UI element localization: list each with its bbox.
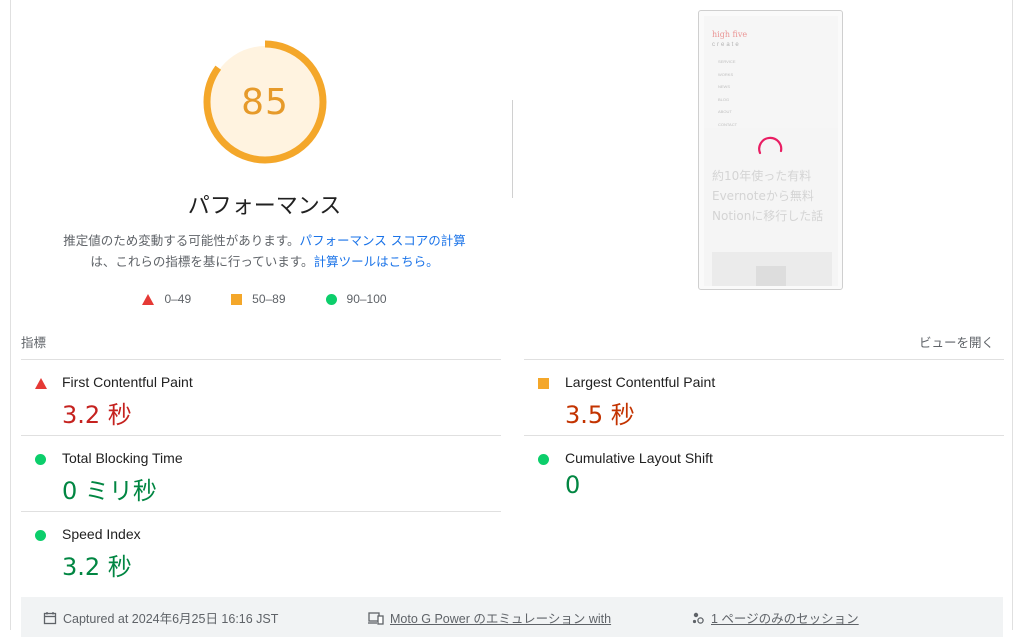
session-icon <box>692 612 704 624</box>
legend-item-average: 50–89 <box>231 292 286 306</box>
captured-at-text: Captured at 2024年6月25日 16:16 JST <box>63 612 279 626</box>
thumbnail-hero-image <box>712 252 832 286</box>
final-screenshot-thumbnail[interactable]: high five create SERVICE WORKS NEWS BLOG… <box>698 10 843 290</box>
green-circle-icon <box>35 530 46 541</box>
devices-icon <box>368 611 384 625</box>
orange-square-icon <box>231 293 243 305</box>
thumbnail-headline-line: Notionに移行した話 <box>712 209 824 223</box>
metric-value: 3.2 秒 <box>62 553 132 581</box>
thumbnail-logo-sub: create <box>712 42 741 48</box>
metric-name: Speed Index <box>62 526 141 542</box>
calculator-link[interactable]: 計算ツールはこちら。 <box>314 254 439 269</box>
metric-speed-index[interactable]: Speed Index 3.2 秒 <box>21 511 501 587</box>
metric-cumulative-layout-shift[interactable]: Cumulative Layout Shift 0 <box>524 435 1004 511</box>
thumbnail-logo: high five <box>712 30 748 39</box>
thumbnail-nav-item: BLOG <box>718 96 730 102</box>
green-circle-icon <box>35 454 46 465</box>
metric-value: 0 <box>565 471 581 499</box>
score-legend: 0–49 50–89 90–100 <box>11 292 518 306</box>
metric-value: 3.5 秒 <box>565 401 635 429</box>
metric-largest-contentful-paint[interactable]: Largest Contentful Paint 3.5 秒 <box>524 359 1004 435</box>
loading-spinner-icon <box>758 136 783 155</box>
legend-label: 90–100 <box>346 292 387 306</box>
session-item: 1 ページのみのセッション <box>691 608 859 627</box>
thumbnail-headline: 約10年使った有料 Evernoteから無料 Notionに移行した話 <box>712 166 823 226</box>
thumbnail-nav-item: ABOUT <box>718 109 732 114</box>
thumbnail-nav: SERVICE WORKS NEWS BLOG ABOUT CONTACT <box>718 56 737 131</box>
red-triangle-icon <box>142 293 155 305</box>
calendar-icon <box>43 611 57 624</box>
report-frame: 85 パフォーマンス 推定値のため変動する可能性があります。パフォーマンス スコ… <box>10 0 1013 637</box>
legend-label: 50–89 <box>252 292 286 306</box>
metric-name: Total Blocking Time <box>62 450 183 466</box>
legend-label: 0–49 <box>164 292 192 306</box>
runtime-settings-bar: Captured at 2024年6月25日 16:16 JST Moto G … <box>21 597 1003 637</box>
device-item: Moto G Power のエミュレーション with <box>368 608 611 627</box>
performance-gauge[interactable]: 85 <box>201 38 329 166</box>
metric-first-contentful-paint[interactable]: First Contentful Paint 3.2 秒 <box>21 359 501 435</box>
thumbnail-nav-item: SERVICE <box>718 59 736 64</box>
metric-name: Largest Contentful Paint <box>565 374 716 390</box>
gauge-title: パフォーマンス <box>187 194 342 219</box>
open-view-toggle[interactable]: ビューを開く <box>919 332 994 351</box>
metrics-heading: 指標 <box>21 335 47 350</box>
green-circle-icon <box>325 293 337 305</box>
metric-total-blocking-time[interactable]: Total Blocking Time 0 ミリ秒 <box>21 435 501 511</box>
desc-text-1: 推定値のため変動する可能性があります。 <box>63 233 300 248</box>
green-circle-icon <box>538 454 549 465</box>
desc-text-2: は、これらの指標を基に行っています。 <box>90 254 314 269</box>
thumbnail-nav-item: WORKS <box>718 71 734 77</box>
captured-at-item: Captured at 2024年6月25日 16:16 JST <box>43 608 278 627</box>
legend-item-good: 90–100 <box>325 292 387 306</box>
orange-square-icon <box>538 378 549 389</box>
metric-value: 3.2 秒 <box>62 401 132 429</box>
thumbnail-nav-item: CONTACT <box>718 121 738 127</box>
red-triangle-icon <box>35 378 47 389</box>
device-emulation-link[interactable]: Moto G Power のエミュレーション with <box>390 608 611 627</box>
thumbnail-headline-line: 約10年使った有料 <box>712 169 812 183</box>
thumbnail-headline-line: Evernoteから無料 <box>712 189 814 203</box>
metric-name: Cumulative Layout Shift <box>565 450 713 466</box>
score-description: 推定値のため変動する可能性があります。パフォーマンス スコアの計算 は、これらの… <box>11 230 518 272</box>
session-link[interactable]: 1 ページのみのセッション <box>711 608 859 627</box>
metric-name: First Contentful Paint <box>62 374 193 390</box>
performance-score: 85 <box>241 81 289 123</box>
score-calc-link[interactable]: パフォーマンス スコアの計算 <box>300 233 466 248</box>
metric-value: 0 ミリ秒 <box>62 477 157 505</box>
legend-item-poor: 0–49 <box>142 292 191 306</box>
vertical-divider <box>512 100 513 198</box>
thumbnail-nav-item: NEWS <box>718 84 730 89</box>
